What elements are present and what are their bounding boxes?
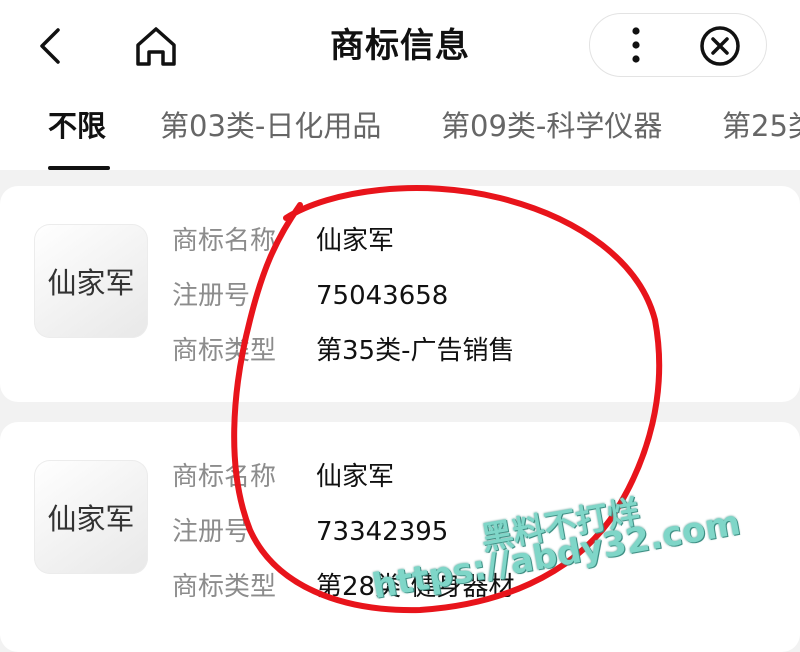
category-tab-bar: 不限 第03类-日化用品 第09类-科学仪器 第25类 bbox=[0, 92, 800, 170]
registration-number-label: 注册号 bbox=[172, 517, 251, 547]
registration-number-label: 注册号 bbox=[172, 281, 251, 311]
mini-program-capsule bbox=[589, 13, 767, 77]
registration-number-value: 73342395 bbox=[316, 517, 449, 547]
trademark-class-label: 商标类型 bbox=[172, 336, 277, 366]
trademark-card[interactable]: 仙家军 商标名称 仙家军 注册号 73342395 商标类型 第28类-健身器材 bbox=[0, 422, 800, 652]
more-vertical-icon bbox=[632, 27, 640, 63]
trademark-logo: 仙家军 bbox=[34, 460, 148, 574]
top-nav-bar: 商标信息 bbox=[0, 0, 800, 92]
close-button[interactable] bbox=[696, 22, 744, 70]
tab-class-25[interactable]: 第25类 bbox=[722, 106, 800, 146]
active-tab-indicator bbox=[48, 166, 110, 170]
more-button[interactable] bbox=[608, 24, 664, 66]
tab-all[interactable]: 不限 bbox=[48, 106, 106, 146]
registration-number-value: 75043658 bbox=[316, 281, 449, 311]
tab-class-03[interactable]: 第03类-日化用品 bbox=[160, 106, 381, 146]
chevron-left-icon bbox=[40, 28, 60, 64]
trademark-name-label: 商标名称 bbox=[172, 462, 277, 492]
close-circle-icon bbox=[700, 26, 740, 66]
tab-class-09[interactable]: 第09类-科学仪器 bbox=[441, 106, 662, 146]
trademark-card[interactable]: 仙家军 商标名称 仙家军 注册号 75043658 商标类型 第35类-广告销售 bbox=[0, 186, 800, 402]
back-button[interactable] bbox=[28, 22, 72, 70]
home-button[interactable] bbox=[130, 22, 182, 70]
home-icon bbox=[136, 27, 176, 66]
trademark-class-value: 第35类-广告销售 bbox=[316, 336, 515, 366]
trademark-name-value: 仙家军 bbox=[316, 462, 395, 492]
trademark-class-value: 第28类-健身器材 bbox=[316, 572, 515, 602]
trademark-name-label: 商标名称 bbox=[172, 226, 277, 256]
trademark-logo: 仙家军 bbox=[34, 224, 148, 338]
trademark-name-value: 仙家军 bbox=[316, 226, 395, 256]
trademark-class-label: 商标类型 bbox=[172, 572, 277, 602]
